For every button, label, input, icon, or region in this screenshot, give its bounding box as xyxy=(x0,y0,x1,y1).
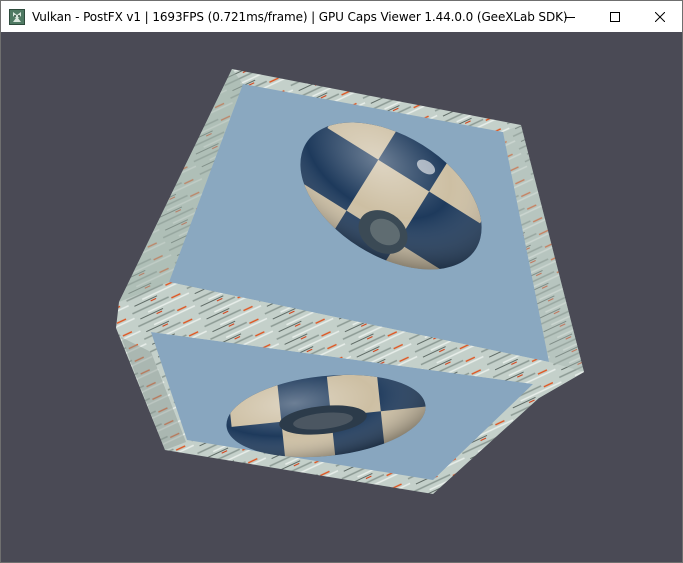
geexlab-app-icon xyxy=(9,8,25,25)
minimize-icon xyxy=(564,16,575,18)
rendered-scene xyxy=(116,69,584,494)
render-viewport[interactable] xyxy=(1,32,682,562)
maximize-button[interactable] xyxy=(592,1,637,32)
window-title: Vulkan - PostFX v1 | 1693FPS (0.721ms/fr… xyxy=(32,9,568,24)
close-icon xyxy=(654,11,665,22)
maximize-icon xyxy=(609,11,620,22)
close-button[interactable] xyxy=(637,1,682,32)
title-bar[interactable]: Vulkan - PostFX v1 | 1693FPS (0.721ms/fr… xyxy=(1,1,682,32)
minimize-button[interactable] xyxy=(547,1,592,32)
app-window: Vulkan - PostFX v1 | 1693FPS (0.721ms/fr… xyxy=(0,0,683,563)
window-controls xyxy=(547,1,682,32)
